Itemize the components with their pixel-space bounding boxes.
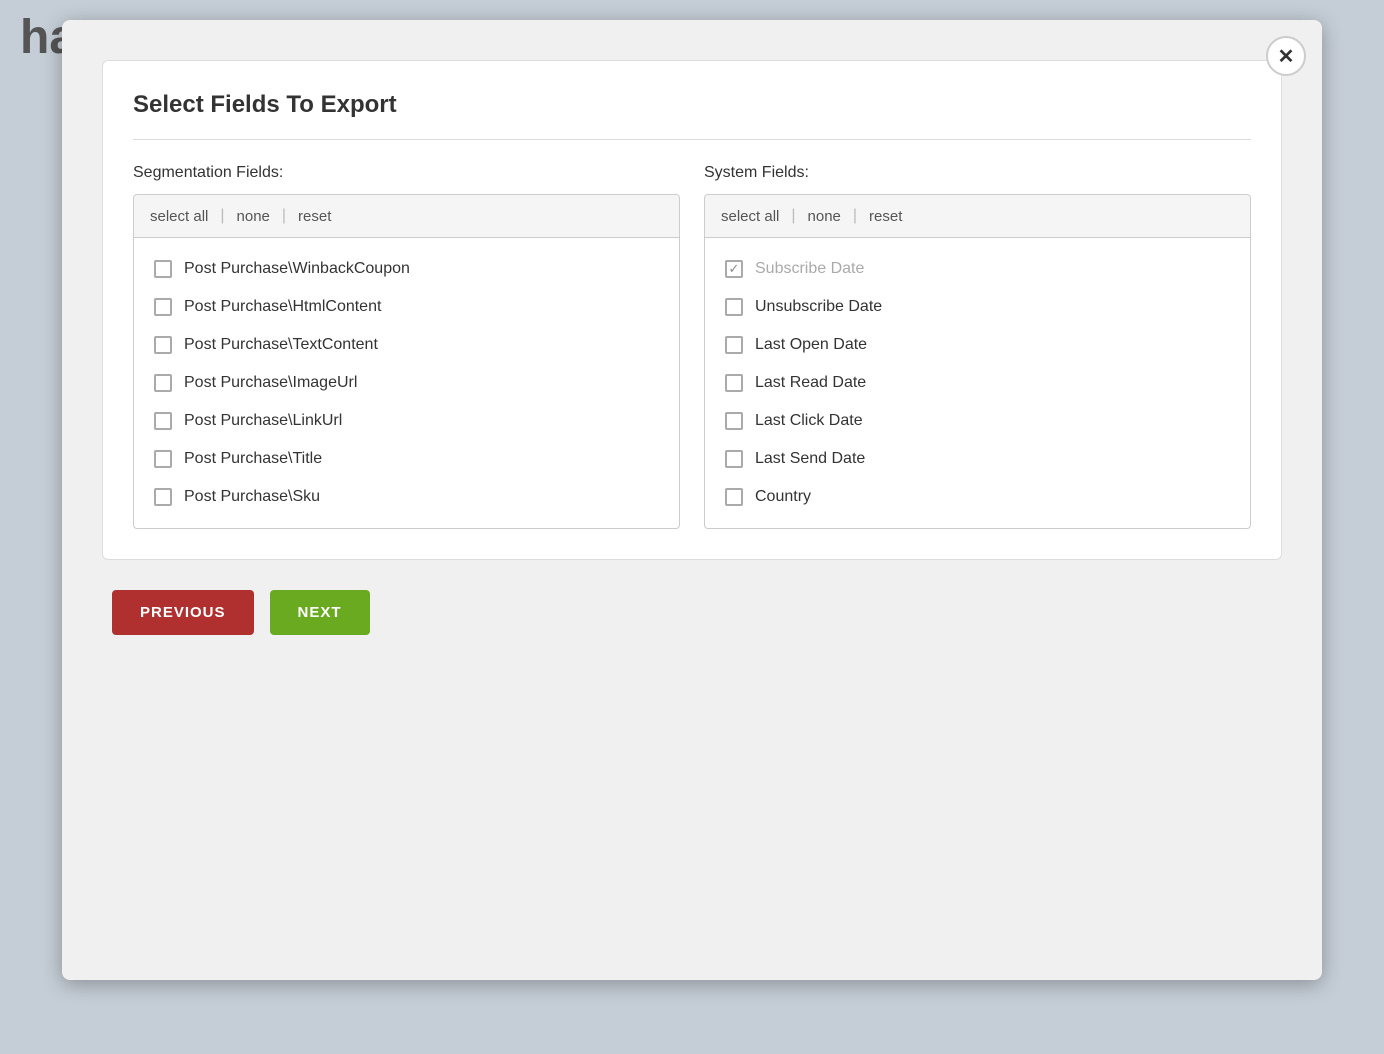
list-item: Post Purchase\HtmlContent — [134, 288, 679, 326]
field-label: Post Purchase\TextContent — [184, 336, 378, 354]
segmentation-fields-list: Post Purchase\WinbackCoupon Post Purchase… — [134, 238, 679, 528]
list-item: Last Read Date — [705, 364, 1250, 402]
segmentation-toolbar: select all | none | reset — [134, 195, 679, 238]
field-label: Last Read Date — [755, 374, 866, 392]
modal: ✕ Select Fields To Export Segmentation F… — [62, 20, 1322, 980]
sep4: | — [853, 207, 857, 225]
system-section: System Fields: select all | none | reset… — [704, 164, 1251, 529]
export-card: Select Fields To Export Segmentation Fie… — [102, 60, 1282, 560]
checkbox[interactable] — [725, 336, 743, 354]
sep1: | — [220, 207, 224, 225]
field-label: Last Click Date — [755, 412, 863, 430]
checkbox[interactable] — [725, 412, 743, 430]
system-label: System Fields: — [704, 164, 1251, 182]
seg-none-button[interactable]: none — [237, 208, 282, 225]
list-item: Last Click Date — [705, 402, 1250, 440]
list-item: Post Purchase\Sku — [134, 478, 679, 516]
checkbox[interactable] — [725, 488, 743, 506]
list-item: Post Purchase\LinkUrl — [134, 402, 679, 440]
next-button[interactable]: NEXT — [270, 590, 370, 635]
system-box: select all | none | reset Subscribe Date… — [704, 194, 1251, 529]
list-item: Subscribe Date — [705, 250, 1250, 288]
seg-select-all-button[interactable]: select all — [150, 208, 220, 225]
checkbox[interactable] — [154, 260, 172, 278]
segmentation-label: Segmentation Fields: — [133, 164, 680, 182]
segmentation-section: Segmentation Fields: select all | none |… — [133, 164, 680, 529]
seg-reset-button[interactable]: reset — [298, 208, 343, 225]
card-title: Select Fields To Export — [133, 91, 1251, 140]
checkbox[interactable] — [154, 298, 172, 316]
checkbox[interactable] — [154, 412, 172, 430]
list-item: Last Send Date — [705, 440, 1250, 478]
field-label: Unsubscribe Date — [755, 298, 882, 316]
checkbox[interactable] — [725, 450, 743, 468]
bottom-buttons: PREVIOUS NEXT — [102, 590, 1282, 635]
field-label: Post Purchase\LinkUrl — [184, 412, 342, 430]
sep3: | — [791, 207, 795, 225]
list-item: Last Open Date — [705, 326, 1250, 364]
field-label: Post Purchase\ImageUrl — [184, 374, 357, 392]
modal-overlay: ✕ Select Fields To Export Segmentation F… — [0, 0, 1384, 1054]
sys-none-button[interactable]: none — [808, 208, 853, 225]
field-label: Last Open Date — [755, 336, 867, 354]
checkbox[interactable] — [154, 488, 172, 506]
field-label: Subscribe Date — [755, 260, 864, 278]
segmentation-box: select all | none | reset Post Purchase\… — [133, 194, 680, 529]
list-item: Post Purchase\ImageUrl — [134, 364, 679, 402]
list-item: Unsubscribe Date — [705, 288, 1250, 326]
field-label: Post Purchase\WinbackCoupon — [184, 260, 410, 278]
checkbox[interactable] — [725, 374, 743, 392]
checkbox[interactable] — [725, 298, 743, 316]
checkbox[interactable] — [154, 374, 172, 392]
list-item: Post Purchase\Title — [134, 440, 679, 478]
checkbox[interactable] — [725, 260, 743, 278]
system-toolbar: select all | none | reset — [705, 195, 1250, 238]
list-item: Post Purchase\TextContent — [134, 326, 679, 364]
list-item: Post Purchase\WinbackCoupon — [134, 250, 679, 288]
sys-reset-button[interactable]: reset — [869, 208, 914, 225]
field-label: Post Purchase\Title — [184, 450, 322, 468]
close-button[interactable]: ✕ — [1266, 36, 1306, 76]
field-label: Post Purchase\Sku — [184, 488, 320, 506]
checkbox[interactable] — [154, 336, 172, 354]
system-fields-list: Subscribe Date Unsubscribe Date Last Open … — [705, 238, 1250, 528]
previous-button[interactable]: PREVIOUS — [112, 590, 254, 635]
sys-select-all-button[interactable]: select all — [721, 208, 791, 225]
field-label: Country — [755, 488, 811, 506]
sep2: | — [282, 207, 286, 225]
checkbox[interactable] — [154, 450, 172, 468]
fields-container: Segmentation Fields: select all | none |… — [133, 164, 1251, 529]
list-item: Country — [705, 478, 1250, 516]
field-label: Post Purchase\HtmlContent — [184, 298, 381, 316]
field-label: Last Send Date — [755, 450, 865, 468]
